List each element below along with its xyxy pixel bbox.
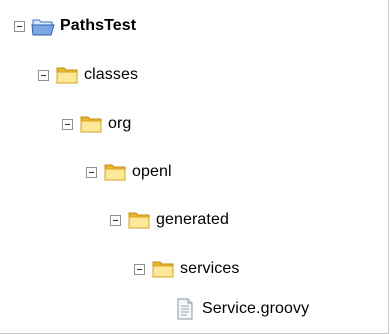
tree-node-openl[interactable]: openl [86, 159, 172, 185]
folder-icon [103, 161, 127, 183]
collapse-toggle[interactable] [86, 166, 97, 178]
tree-node-services[interactable]: services [134, 256, 239, 282]
tree-node-label: Service.groovy [202, 300, 310, 317]
file-icon [176, 298, 194, 320]
tree-node-org[interactable]: org [62, 111, 131, 137]
collapse-toggle[interactable] [38, 69, 49, 81]
tree-node-label: classes [84, 66, 139, 83]
tree-node-label: org [108, 115, 132, 132]
tree-node-classes[interactable]: classes [38, 62, 138, 88]
tree-node-label: services [180, 260, 240, 277]
tree-panel: PathsTest classes org openl generated se… [0, 0, 389, 334]
folder-icon [79, 113, 103, 135]
collapse-toggle[interactable] [14, 20, 25, 32]
collapse-toggle[interactable] [134, 263, 145, 275]
folder-icon [127, 209, 151, 231]
folder-icon [55, 64, 79, 86]
open-folder-icon [31, 15, 55, 37]
folder-icon [151, 258, 175, 280]
tree-node-service-groovy[interactable]: Service.groovy [176, 296, 309, 322]
collapse-toggle[interactable] [62, 118, 73, 130]
tree-node-generated[interactable]: generated [110, 207, 229, 233]
collapse-toggle[interactable] [110, 214, 121, 226]
tree-node-root[interactable]: PathsTest [14, 13, 136, 39]
tree-node-label: generated [156, 211, 229, 228]
tree-node-label: openl [132, 163, 172, 180]
tree-node-label: PathsTest [60, 17, 137, 34]
file-tree: PathsTest classes org openl generated se… [0, 0, 388, 333]
